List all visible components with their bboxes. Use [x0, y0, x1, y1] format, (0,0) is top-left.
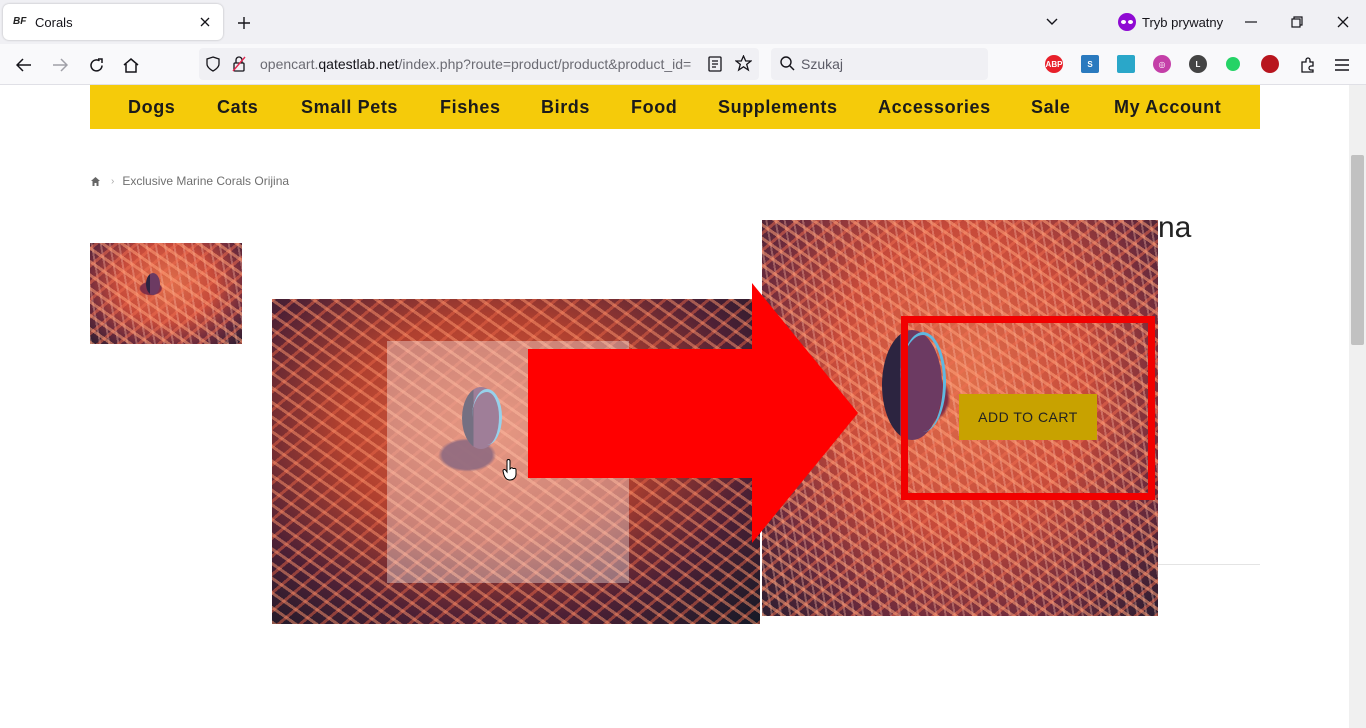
close-window-button[interactable] — [1331, 10, 1355, 34]
home-icon[interactable] — [90, 176, 101, 187]
chevron-right-icon: › — [111, 175, 115, 187]
tab-title: Corals — [35, 14, 73, 30]
extension-circle-icon[interactable]: ◎ — [1153, 55, 1171, 73]
menu-item-sale[interactable]: Sale — [1031, 97, 1070, 118]
navigation-toolbar: opencart.qatestlab.net/index.php?route=p… — [0, 44, 1366, 85]
insecure-lock-icon[interactable] — [232, 56, 246, 77]
page-viewport: Dogs Cats Small Pets Fishes Birds Food S… — [0, 85, 1366, 728]
tab-bar: BF Corals Tryb prywatny — [0, 0, 1366, 44]
breadcrumb-product[interactable]: Exclusive Marine Corals Orijina — [122, 174, 289, 188]
abp-icon[interactable]: ABP — [1045, 55, 1063, 73]
main-menu: Dogs Cats Small Pets Fishes Birds Food S… — [90, 85, 1260, 129]
red-arrow-annotation — [528, 283, 858, 543]
hamburger-menu-icon[interactable] — [1329, 52, 1355, 78]
favicon-icon: BF — [13, 16, 27, 27]
add-to-cart-button[interactable]: ADD TO CART — [959, 394, 1097, 440]
scrollbar-thumb[interactable] — [1351, 155, 1364, 345]
chevron-down-icon[interactable] — [1042, 12, 1062, 32]
url-text: opencart.qatestlab.net/index.php?route=p… — [260, 56, 692, 72]
menu-item-supplements[interactable]: Supplements — [718, 97, 838, 118]
private-mask-icon — [1118, 13, 1136, 31]
breadcrumb: › Exclusive Marine Corals Orijina — [90, 174, 289, 188]
menu-item-accessories[interactable]: Accessories — [878, 97, 991, 118]
hand-cursor-icon — [502, 459, 517, 481]
bookmark-star-icon[interactable] — [734, 54, 753, 77]
extension-l-icon[interactable]: L — [1189, 55, 1207, 73]
restore-button[interactable] — [1285, 10, 1309, 34]
search-bar[interactable]: Szukaj — [771, 48, 988, 80]
new-tab-button[interactable] — [233, 12, 255, 34]
home-button[interactable] — [118, 52, 144, 78]
menu-item-my-account[interactable]: My Account — [1114, 97, 1221, 118]
extension-s-icon[interactable]: S — [1081, 55, 1099, 73]
divider — [1158, 564, 1260, 565]
shield-icon[interactable] — [206, 56, 220, 77]
private-label: Tryb prywatny — [1142, 14, 1224, 30]
menu-item-food[interactable]: Food — [631, 97, 677, 118]
menu-item-fishes[interactable]: Fishes — [440, 97, 501, 118]
clownfish-image — [146, 273, 160, 295]
search-icon — [780, 56, 795, 76]
reader-view-icon[interactable] — [708, 56, 722, 77]
extension-dark-icon[interactable] — [1261, 55, 1279, 73]
whatsapp-icon[interactable] — [1226, 57, 1240, 71]
back-button[interactable] — [11, 52, 37, 78]
menu-item-cats[interactable]: Cats — [217, 97, 258, 118]
page-title-visible: na — [1158, 211, 1192, 244]
extensions-puzzle-icon[interactable] — [1295, 52, 1321, 78]
scrollbar[interactable] — [1349, 85, 1366, 728]
private-browsing-indicator: Tryb prywatny — [1118, 12, 1223, 32]
product-thumbnail[interactable] — [90, 243, 242, 344]
save-icon[interactable] — [1117, 55, 1135, 73]
reload-button[interactable] — [83, 52, 109, 78]
minimize-button[interactable] — [1239, 10, 1263, 34]
tab-corals[interactable]: BF Corals — [3, 4, 223, 40]
menu-item-small-pets[interactable]: Small Pets — [301, 97, 398, 118]
search-input[interactable]: Szukaj — [801, 56, 843, 72]
menu-item-birds[interactable]: Birds — [541, 97, 590, 118]
forward-button[interactable] — [47, 52, 73, 78]
menu-item-dogs[interactable]: Dogs — [128, 97, 175, 118]
url-bar[interactable]: opencart.qatestlab.net/index.php?route=p… — [199, 48, 759, 80]
close-icon[interactable] — [195, 12, 215, 32]
